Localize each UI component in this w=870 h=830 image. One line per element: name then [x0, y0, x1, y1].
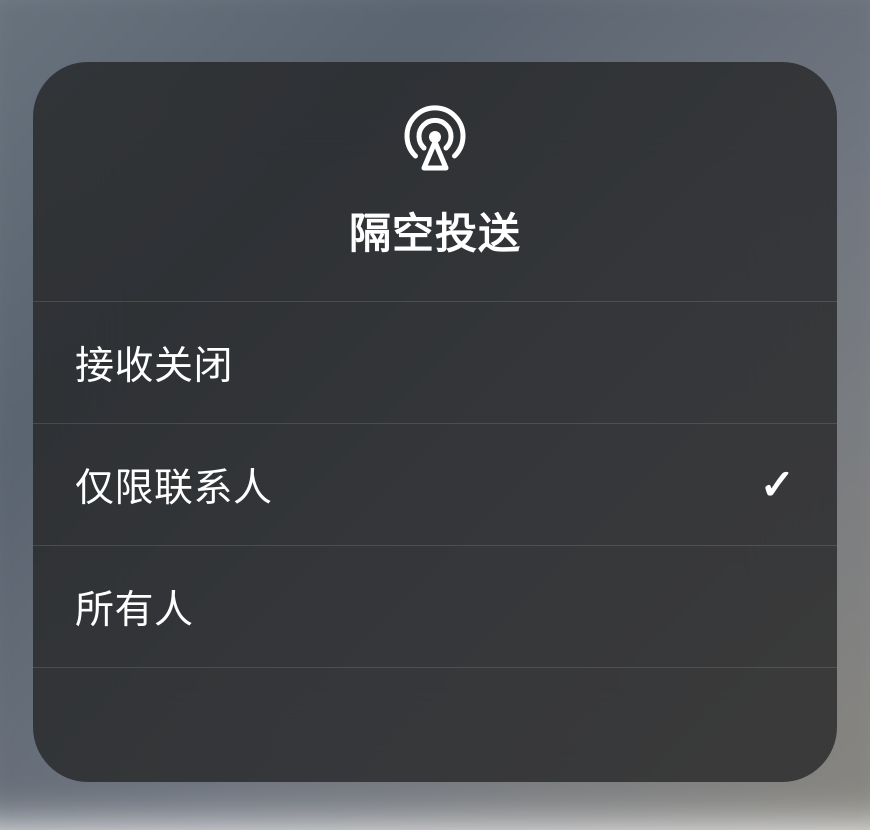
checkmark-icon: ✓ — [760, 460, 795, 509]
option-label: 仅限联系人 — [75, 457, 273, 513]
option-everyone[interactable]: 所有人 ✓ — [33, 546, 837, 668]
airdrop-icon — [400, 102, 470, 172]
panel-title: 隔空投送 — [349, 200, 521, 261]
option-contacts-only[interactable]: 仅限联系人 ✓ — [33, 424, 837, 546]
panel-header: 隔空投送 — [33, 62, 837, 302]
option-label: 所有人 — [75, 579, 194, 635]
options-list: 接收关闭 ✓ 仅限联系人 ✓ 所有人 ✓ — [33, 302, 837, 668]
airdrop-settings-panel: 隔空投送 接收关闭 ✓ 仅限联系人 ✓ 所有人 ✓ — [33, 62, 837, 782]
option-label: 接收关闭 — [75, 335, 233, 391]
option-receiving-off[interactable]: 接收关闭 ✓ — [33, 302, 837, 424]
